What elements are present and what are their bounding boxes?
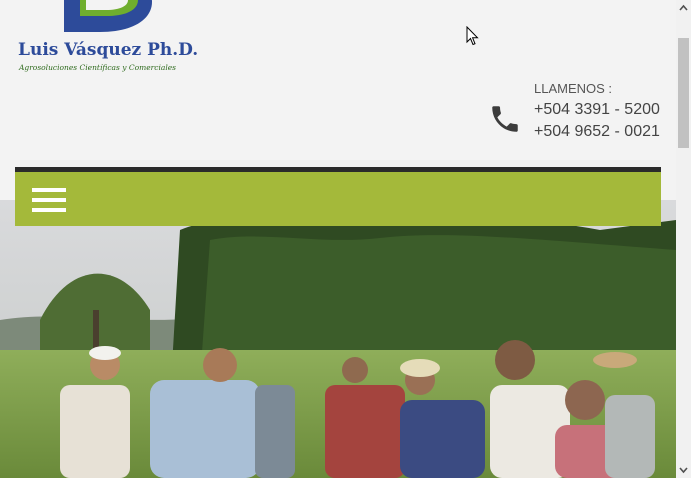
main-navbar: [15, 172, 661, 226]
call-us-label: LLAMENOS :: [534, 81, 613, 96]
scrollbar-thumb[interactable]: [678, 38, 689, 148]
hero-photo: [0, 200, 676, 478]
page: Luis Vásquez Ph.D. Agrosoluciones Cientí…: [0, 0, 676, 478]
mouse-cursor-icon: [466, 26, 479, 46]
scroll-down-arrow-icon[interactable]: [676, 461, 691, 478]
logo-mark: [64, 0, 152, 32]
logo-name: Luis Vásquez Ph.D.: [18, 40, 199, 60]
contact-block: LLAMENOS : +504 3391 - 5200 +504 9652 - …: [488, 80, 668, 144]
logo-tagline: Agrosoluciones Científicas y Comerciales: [19, 63, 177, 72]
scroll-up-arrow-icon[interactable]: [676, 0, 691, 17]
site-logo[interactable]: Luis Vásquez Ph.D. Agrosoluciones Cientí…: [18, 0, 198, 80]
hamburger-menu-icon[interactable]: [32, 188, 66, 214]
phone-number-1[interactable]: +504 3391 - 5200: [534, 101, 660, 119]
vertical-scrollbar[interactable]: [676, 0, 691, 478]
menu-line: [32, 198, 66, 202]
menu-line: [32, 188, 66, 192]
menu-line: [32, 208, 66, 212]
phone-icon: [492, 106, 518, 132]
phone-number-2[interactable]: +504 9652 - 0021: [534, 123, 660, 141]
